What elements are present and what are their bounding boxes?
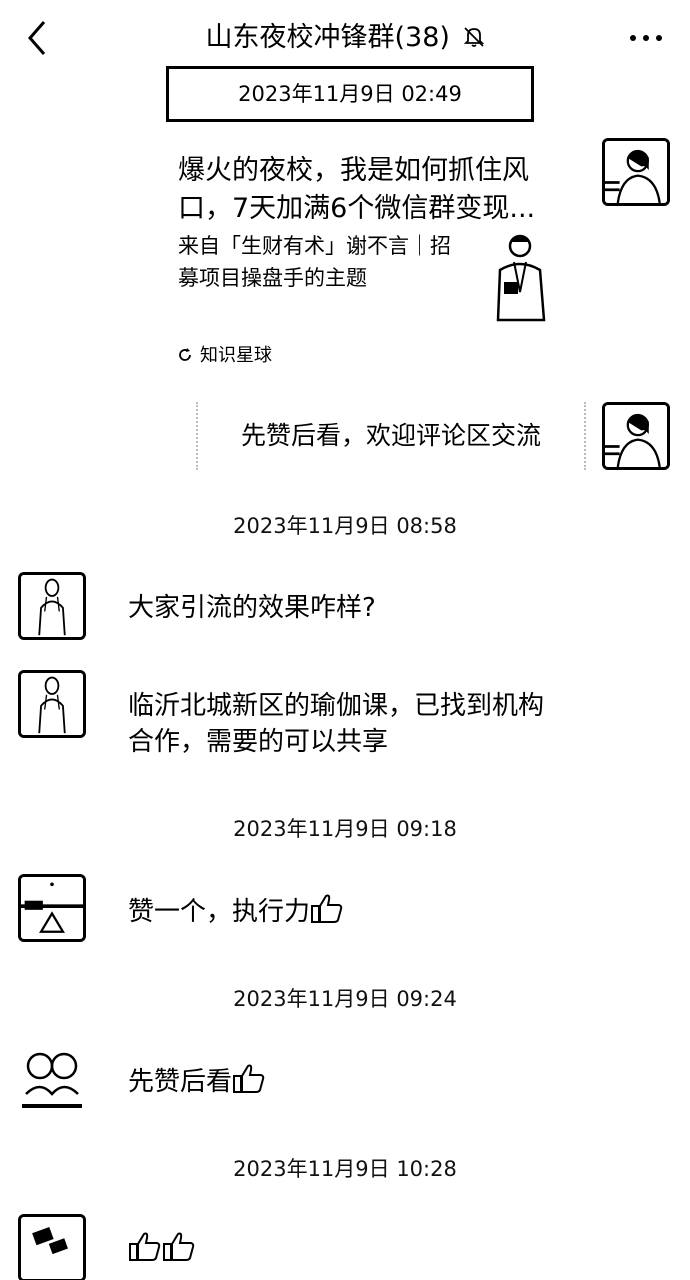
card-thumbnail — [488, 232, 552, 322]
chat-title: 山东夜校冲锋群(38) — [0, 20, 690, 56]
card-description: 来自「生财有术」谢不言｜招募项目操盘手的主题 — [178, 234, 451, 290]
timestamp: 2023年11月9日 08:58 — [233, 514, 457, 538]
avatar[interactable] — [18, 670, 86, 738]
avatar[interactable] — [18, 1214, 86, 1280]
bell-off-icon — [463, 22, 485, 47]
timestamp: 2023年11月9日 09:24 — [233, 987, 457, 1011]
card-title: 爆火的夜校，我是如何抓住风口，7天加满6个微信群变现... — [178, 155, 536, 224]
timestamp: 2023年11月9日 10:28 — [233, 1157, 457, 1181]
timestamp: 2023年11月9日 09:18 — [233, 817, 457, 841]
timestamp: 2023年11月9日 02:49 — [166, 66, 534, 122]
message-bubble[interactable]: 临沂北城新区的瑜伽课，已找到机构合作，需要的可以共享 — [128, 688, 568, 760]
message-bubble[interactable]: 赞一个，执行力 — [128, 892, 344, 930]
avatar[interactable] — [602, 402, 670, 470]
avatar[interactable] — [18, 874, 86, 942]
message-bubble[interactable]: 大家引流的效果咋样? — [128, 590, 376, 626]
card-source: 知识星球 — [178, 344, 272, 368]
message-text: 赞一个，执行力 — [128, 897, 311, 927]
avatar[interactable] — [18, 572, 86, 640]
thumbs-up-icon — [232, 1062, 266, 1094]
avatar[interactable] — [18, 1044, 86, 1112]
refresh-icon — [178, 345, 192, 361]
thumbs-up-icon — [310, 892, 344, 924]
thumbs-up-icon — [162, 1230, 196, 1262]
message-bubble[interactable]: 先赞后看，欢迎评论区交流 — [196, 402, 586, 470]
shared-link-card[interactable]: 爆火的夜校，我是如何抓住风口，7天加满6个微信群变现... 来自「生财有术」谢不… — [170, 140, 580, 380]
thumbs-up-icon — [128, 1230, 162, 1262]
chat-header: 山东夜校冲锋群(38) — [0, 0, 690, 76]
message-bubble[interactable]: 先赞后看 — [128, 1062, 266, 1100]
message-bubble[interactable] — [128, 1230, 196, 1268]
message-text: 先赞后看 — [128, 1067, 233, 1097]
avatar[interactable] — [602, 138, 670, 206]
card-source-label: 知识星球 — [200, 345, 272, 366]
chat-title-text: 山东夜校冲锋群(38) — [205, 22, 450, 53]
more-dots-icon[interactable] — [628, 28, 664, 48]
